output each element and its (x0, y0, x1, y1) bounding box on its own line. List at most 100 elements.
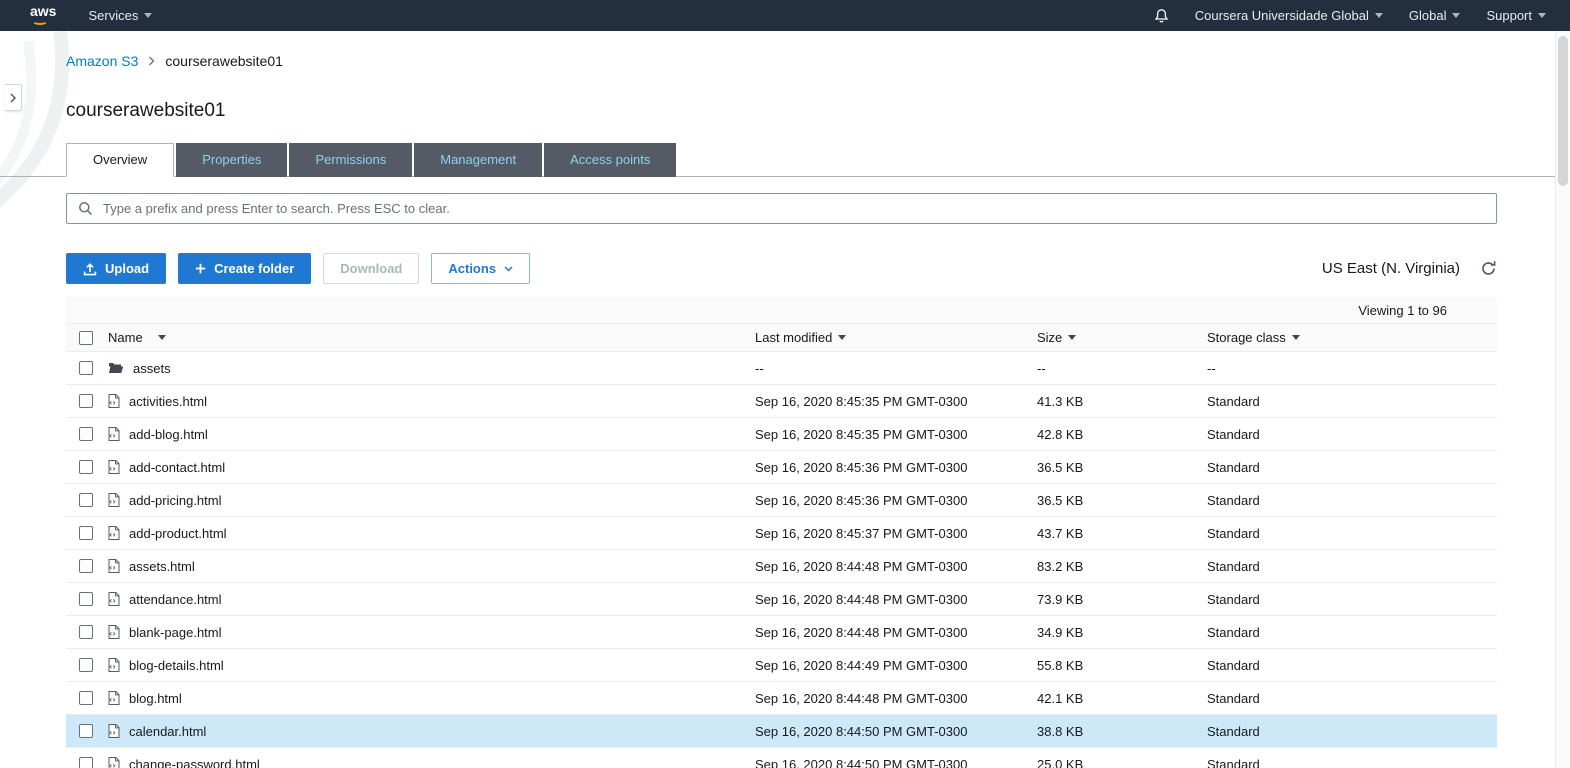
download-button[interactable]: Download (323, 253, 420, 284)
aws-top-nav: aws Services Coursera Universidade Globa… (0, 0, 1570, 31)
row-checkbox[interactable] (79, 592, 93, 606)
row-checkbox[interactable] (79, 658, 93, 672)
object-name-link[interactable]: add-contact.html (129, 460, 225, 475)
column-header-name[interactable]: Name (108, 330, 755, 345)
object-name-link[interactable]: add-blog.html (129, 427, 208, 442)
object-name-link[interactable]: blog.html (129, 691, 182, 706)
account-menu[interactable]: Coursera Universidade Global (1195, 8, 1383, 23)
file-icon (108, 691, 120, 705)
object-size: 83.2 KB (1037, 558, 1084, 574)
tab-properties[interactable]: Properties (176, 143, 288, 177)
object-last-modified: Sep 16, 2020 8:45:35 PM GMT-0300 (755, 393, 968, 409)
upload-button[interactable]: Upload (66, 253, 167, 284)
support-menu[interactable]: Support (1486, 8, 1546, 23)
table-row[interactable]: assets.html Sep 16, 2020 8:44:48 PM GMT-… (66, 550, 1497, 583)
object-name-link[interactable]: assets (133, 361, 171, 376)
object-last-modified: Sep 16, 2020 8:45:36 PM GMT-0300 (755, 492, 968, 508)
object-name-link[interactable]: activities.html (129, 394, 207, 409)
table-row[interactable]: blog-details.html Sep 16, 2020 8:44:49 P… (66, 649, 1497, 682)
refresh-icon[interactable] (1480, 260, 1497, 277)
object-size: 73.9 KB (1037, 591, 1084, 607)
row-checkbox[interactable] (79, 724, 93, 738)
object-name-link[interactable]: add-product.html (129, 526, 227, 541)
object-name-link[interactable]: blog-details.html (129, 658, 224, 673)
table-row[interactable]: blank-page.html Sep 16, 2020 8:44:48 PM … (66, 616, 1497, 649)
column-header-storage-class[interactable]: Storage class (1207, 330, 1497, 345)
row-checkbox[interactable] (79, 625, 93, 639)
file-icon (108, 658, 120, 672)
object-name-link[interactable]: calendar.html (129, 724, 206, 739)
object-storage-class: Standard (1207, 558, 1260, 574)
scrollbar[interactable] (1555, 31, 1570, 768)
object-name-link[interactable]: blank-page.html (129, 625, 222, 640)
object-name-link[interactable]: add-pricing.html (129, 493, 222, 508)
aws-logo[interactable]: aws (30, 3, 57, 25)
aws-logo-text: aws (30, 3, 57, 19)
row-checkbox[interactable] (79, 559, 93, 573)
file-icon (108, 625, 120, 639)
objects-table: Viewing 1 to 96 Name Last modified Size (66, 297, 1497, 768)
row-checkbox[interactable] (79, 427, 93, 441)
row-checkbox[interactable] (79, 757, 93, 768)
actions-button[interactable]: Actions (431, 253, 531, 284)
tab-access-points[interactable]: Access points (544, 143, 677, 177)
table-row[interactable]: calendar.html Sep 16, 2020 8:44:50 PM GM… (66, 715, 1497, 748)
table-row[interactable]: change-password.html Sep 16, 2020 8:44:5… (66, 748, 1497, 768)
object-size: 43.7 KB (1037, 525, 1084, 541)
scrollbar-thumb[interactable] (1558, 36, 1568, 186)
table-row[interactable]: add-contact.html Sep 16, 2020 8:45:36 PM… (66, 451, 1497, 484)
row-checkbox[interactable] (79, 691, 93, 705)
chevron-down-icon (504, 265, 513, 272)
services-menu[interactable]: Services (88, 8, 153, 23)
tab-permissions[interactable]: Permissions (289, 143, 413, 177)
breadcrumb-current-bucket: courserawebsite01 (165, 53, 283, 69)
search-input[interactable] (66, 193, 1497, 224)
column-header-size[interactable]: Size (1037, 330, 1207, 345)
breadcrumb-amazon-s3-link[interactable]: Amazon S3 (66, 53, 138, 69)
row-checkbox[interactable] (79, 394, 93, 408)
row-checkbox[interactable] (79, 361, 93, 375)
notifications-bell-icon[interactable] (1154, 8, 1169, 24)
object-size: 41.3 KB (1037, 393, 1084, 409)
chevron-down-icon (1538, 13, 1546, 18)
bucket-title: courserawebsite01 (66, 100, 226, 121)
object-last-modified: Sep 16, 2020 8:44:48 PM GMT-0300 (755, 690, 968, 706)
file-icon (108, 526, 120, 540)
object-size: 34.9 KB (1037, 624, 1084, 640)
sort-caret-icon (1291, 335, 1300, 340)
table-row[interactable]: blog.html Sep 16, 2020 8:44:48 PM GMT-03… (66, 682, 1497, 715)
object-size: 42.8 KB (1037, 426, 1084, 442)
account-menu-label: Coursera Universidade Global (1194, 8, 1369, 23)
select-all-checkbox[interactable] (79, 330, 93, 345)
folder-icon (108, 362, 124, 374)
object-name-link[interactable]: assets.html (129, 559, 195, 574)
file-icon (108, 559, 120, 573)
sort-caret-icon (1068, 335, 1077, 340)
row-checkbox[interactable] (79, 526, 93, 540)
download-button-label: Download (340, 261, 403, 276)
object-storage-class: Standard (1207, 459, 1260, 475)
region-menu[interactable]: Global (1409, 8, 1461, 23)
create-folder-button[interactable]: Create folder (178, 253, 312, 284)
object-name-link[interactable]: change-password.html (129, 757, 260, 768)
row-checkbox[interactable] (79, 460, 93, 474)
table-row[interactable]: add-blog.html Sep 16, 2020 8:45:35 PM GM… (66, 418, 1497, 451)
table-row[interactable]: attendance.html Sep 16, 2020 8:44:48 PM … (66, 583, 1497, 616)
column-header-last-modified-label: Last modified (755, 330, 833, 345)
object-last-modified: Sep 16, 2020 8:44:48 PM GMT-0300 (755, 558, 968, 574)
table-body: assets -- -- -- activities.html Sep 16, … (66, 352, 1497, 768)
table-row[interactable]: assets -- -- -- (66, 352, 1497, 385)
table-row[interactable]: activities.html Sep 16, 2020 8:45:35 PM … (66, 385, 1497, 418)
row-checkbox[interactable] (79, 493, 93, 507)
region-menu-label: Global (1408, 8, 1447, 23)
prefix-search (66, 193, 1497, 224)
sidebar-expand-button[interactable] (5, 84, 22, 111)
column-header-last-modified[interactable]: Last modified (755, 330, 1037, 345)
tab-overview[interactable]: Overview (66, 143, 175, 177)
table-row[interactable]: add-pricing.html Sep 16, 2020 8:45:36 PM… (66, 484, 1497, 517)
object-last-modified: Sep 16, 2020 8:45:37 PM GMT-0300 (755, 525, 968, 541)
tab-management[interactable]: Management (414, 143, 543, 177)
support-menu-label: Support (1486, 8, 1532, 23)
object-name-link[interactable]: attendance.html (129, 592, 222, 607)
table-row[interactable]: add-product.html Sep 16, 2020 8:45:37 PM… (66, 517, 1497, 550)
